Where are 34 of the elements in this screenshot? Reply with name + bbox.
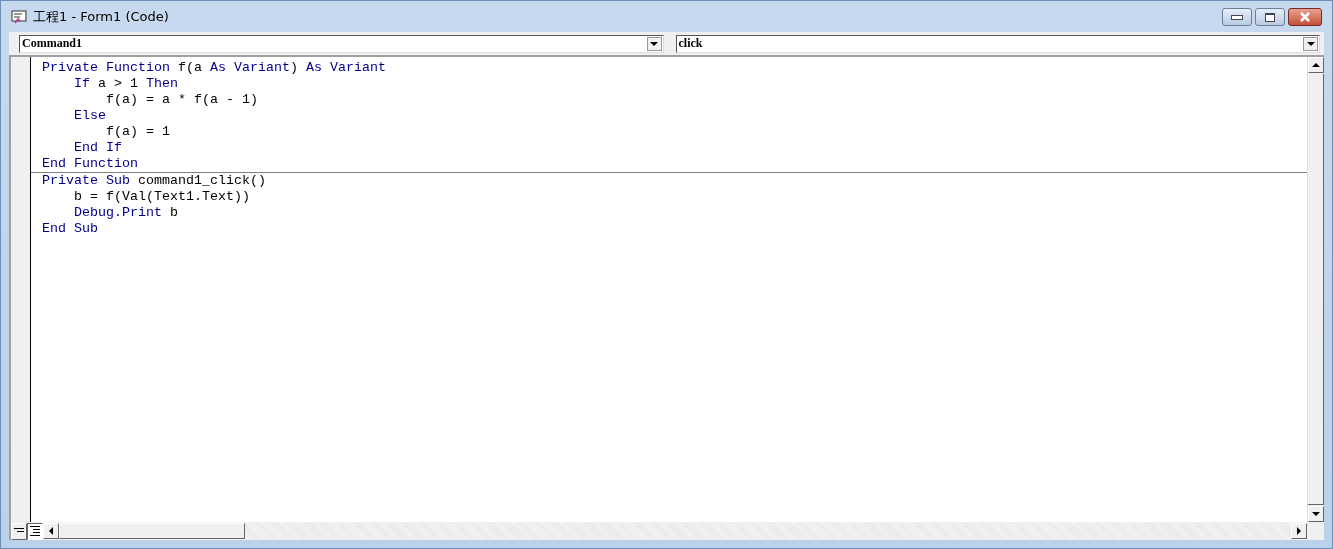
code-line: End Sub (41, 221, 99, 237)
code-editor[interactable]: Private Function f(a As Variant) As Variant If a > 1 Then f(a) = a * f(a - 1) Else f(a) = 1 End If End Function Private Sub command1_click() b = f(Val(Text1.Text)) Debug.Print b End Sub (31, 57, 1307, 522)
minimize-icon (1231, 14, 1243, 20)
vertical-scrollbar[interactable] (1307, 57, 1324, 522)
code-line: Private Sub command1_click() (41, 173, 267, 189)
maximize-button[interactable] (1255, 8, 1285, 26)
up-arrow-icon (1312, 63, 1320, 67)
procedure-dropdown[interactable]: click (675, 34, 1320, 53)
code-line: b = f(Val(Text1.Text)) (73, 189, 251, 205)
window-title: 工程1 - Form1 (Code) (33, 7, 169, 26)
code-window-icon (11, 9, 27, 24)
procedure-view-button[interactable] (11, 522, 27, 540)
caret-icon (650, 41, 658, 46)
lines-icon (30, 526, 40, 536)
close-icon (1298, 12, 1312, 22)
caret-icon (1306, 41, 1315, 46)
close-button[interactable] (1288, 8, 1322, 26)
code-line: End Function (41, 156, 139, 172)
object-dropdown[interactable]: Command1 (19, 34, 664, 53)
left-arrow-icon (49, 527, 53, 535)
code-line: f(a) = 1 (105, 124, 171, 140)
maximize-icon (1265, 12, 1275, 22)
code-line: Debug.Print b (73, 205, 179, 221)
lines-icon (14, 528, 24, 534)
code-line: If a > 1 Then (73, 76, 179, 92)
code-line: f(a) = a * f(a - 1) (105, 92, 259, 108)
code-line: Else (73, 108, 107, 124)
horizontal-scrollbar[interactable] (43, 523, 1307, 539)
code-line: Private Function f(a As Variant) As Variant (41, 60, 387, 76)
right-arrow-icon (1297, 527, 1301, 535)
full-module-view-button[interactable] (27, 522, 43, 540)
code-line: End If (73, 140, 123, 156)
down-arrow-icon (1312, 512, 1320, 516)
minimize-button[interactable] (1222, 8, 1252, 26)
